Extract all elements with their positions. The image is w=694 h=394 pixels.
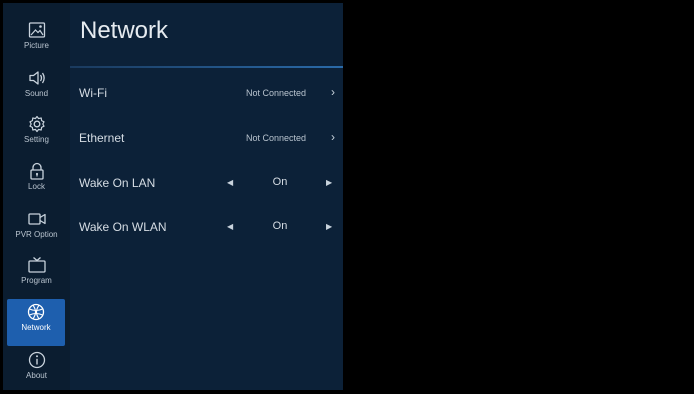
speaker-icon	[28, 71, 45, 85]
sidebar-item-label: Picture	[24, 41, 49, 50]
sidebar-item-label: PVR Option	[15, 230, 58, 239]
sidebar-item-network[interactable]: Network	[7, 299, 65, 346]
ethernet-status: Not Connected	[246, 133, 307, 143]
sidebar-item-label: Network	[21, 323, 51, 332]
title-divider	[70, 66, 343, 68]
gear-icon	[28, 115, 45, 133]
arrow-right-icon[interactable]: ▶	[326, 222, 332, 231]
sidebar-item-pvr-option[interactable]: PVR Option	[3, 206, 70, 253]
wake-on-lan-label: Wake On LAN	[79, 176, 156, 190]
sidebar-item-picture[interactable]: Picture	[3, 17, 70, 64]
sidebar-item-lock[interactable]: Lock	[3, 158, 70, 205]
wake-on-wlan-row[interactable]: Wake On WLAN ◀ On ▶	[70, 213, 343, 243]
chevron-right-icon: ›	[331, 85, 335, 99]
sidebar-item-setting[interactable]: Setting	[3, 111, 70, 158]
wake-on-lan-value: On	[272, 176, 288, 188]
info-icon	[28, 351, 45, 369]
wake-on-lan-row[interactable]: Wake On LAN ◀ On ▶	[70, 169, 343, 199]
globe-icon	[27, 303, 45, 321]
sidebar-item-label: Sound	[24, 89, 49, 98]
wifi-status: Not Connected	[246, 88, 307, 98]
sidebar-item-sound[interactable]: Sound	[3, 65, 70, 112]
ethernet-row[interactable]: Ethernet Not Connected ›	[70, 124, 343, 154]
wifi-label: Wi-Fi	[79, 86, 107, 100]
ethernet-label: Ethernet	[79, 131, 125, 145]
network-panel: Network Wi-Fi Not Connected › Ethernet N…	[70, 3, 343, 390]
sidebar-item-label: Program	[21, 276, 52, 285]
wifi-row[interactable]: Wi-Fi Not Connected ›	[70, 79, 343, 109]
page-title: Network	[80, 17, 169, 44]
camera-icon	[27, 213, 46, 225]
sidebar-item-program[interactable]: Program	[3, 252, 70, 299]
sidebar-item-about[interactable]: About	[3, 347, 70, 394]
arrow-right-icon[interactable]: ▶	[326, 178, 332, 187]
wake-on-wlan-label: Wake On WLAN	[79, 220, 167, 234]
picture-icon	[28, 22, 45, 38]
sidebar-item-label: Setting	[24, 135, 49, 144]
sidebar: Picture Sound Setting Lock PVR Option Pr…	[3, 3, 70, 390]
wake-on-wlan-value: On	[272, 220, 288, 232]
sidebar-item-label: Lock	[28, 182, 45, 191]
tv-icon	[27, 257, 46, 273]
arrow-left-icon[interactable]: ◀	[227, 222, 233, 231]
lock-icon	[29, 162, 44, 180]
chevron-right-icon: ›	[331, 130, 335, 144]
sidebar-item-label: About	[26, 371, 47, 380]
arrow-left-icon[interactable]: ◀	[227, 178, 233, 187]
